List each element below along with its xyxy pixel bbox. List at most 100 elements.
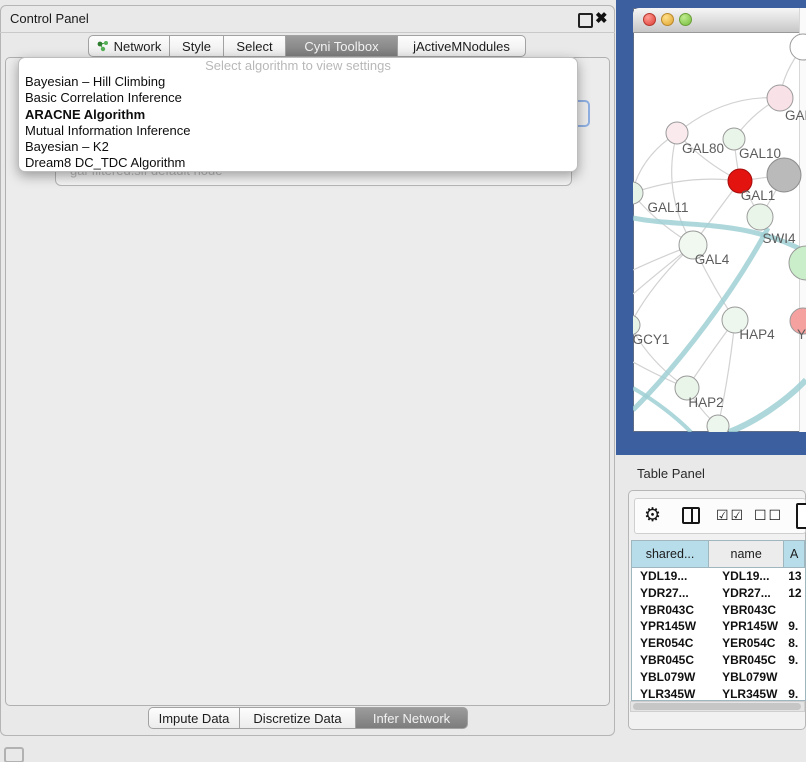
gear-icon[interactable]: ⚙ — [644, 504, 661, 526]
table-cell: 8. — [784, 635, 805, 652]
network-node-swi4[interactable] — [747, 204, 773, 230]
deselect-all-checkboxes-icon[interactable]: ☐☐ — [754, 508, 783, 524]
algorithm-option[interactable]: Bayesian – K2 — [19, 139, 577, 155]
minimize-traffic-light-icon[interactable] — [661, 13, 674, 26]
table-cell: YBR045C — [632, 652, 709, 669]
table-cell — [784, 602, 805, 619]
algorithm-option[interactable]: Dream8 DC_TDC Algorithm — [19, 155, 577, 171]
table-cell: YDL19... — [632, 568, 709, 585]
table-panel-title: Table Panel — [637, 466, 705, 481]
tab-label: Impute Data — [159, 711, 230, 726]
column-layout-icon[interactable] — [682, 507, 700, 524]
tab-label: Network — [114, 39, 162, 54]
network-node-label: GAL11 — [647, 200, 688, 215]
network-node-label: Y — [797, 327, 806, 342]
table-cell: YBL079W — [632, 669, 709, 686]
tab-label: jActiveMNodules — [413, 39, 510, 54]
scrollbar-thumb[interactable] — [633, 703, 801, 710]
tab-label: Style — [182, 39, 211, 54]
table-cell: 9. — [784, 652, 805, 669]
tab-cyni-toolbox[interactable]: Cyni Toolbox — [286, 35, 398, 57]
network-node[interactable] — [707, 415, 729, 432]
table-row[interactable]: YBR045CYBR045C9. — [632, 652, 805, 669]
algorithm-option[interactable]: Mutual Information Inference — [19, 123, 577, 139]
table-cell: YDL19... — [709, 568, 784, 585]
close-icon[interactable]: ✖ — [595, 9, 608, 27]
tab-style[interactable]: Style — [170, 35, 224, 57]
table-cell: 13 — [784, 568, 805, 585]
table-cell: YER054C — [709, 635, 784, 652]
table-cell: 9. — [784, 618, 805, 635]
table-cell: YDR27... — [632, 585, 709, 602]
collapsed-panel-icon[interactable] — [4, 747, 24, 762]
table-cell: YBR043C — [709, 602, 784, 619]
table-cell: 12 — [784, 585, 805, 602]
table-cell: YPR145W — [632, 618, 709, 635]
select-all-checkboxes-icon[interactable]: ☑☑ — [716, 508, 745, 524]
table-cell: YDR27... — [709, 585, 784, 602]
network-node-label: GCY1 — [633, 332, 669, 347]
table-row[interactable]: YBR043CYBR043C — [632, 602, 805, 619]
network-node-label: GAL10 — [739, 146, 781, 161]
network-node-label: GAL — [785, 108, 806, 123]
network-node[interactable] — [789, 246, 806, 280]
tab-label: Cyni Toolbox — [304, 39, 378, 54]
float-window-icon[interactable] — [578, 13, 593, 28]
tab-label: Select — [236, 39, 272, 54]
algorithm-option[interactable]: ARACNE Algorithm — [19, 107, 577, 123]
table-row[interactable]: YDR27...YDR27...12 — [632, 585, 805, 602]
table-row[interactable]: YER054CYER054C8. — [632, 635, 805, 652]
network-edge — [633, 179, 740, 193]
zoom-traffic-light-icon[interactable] — [679, 13, 692, 26]
tab-select[interactable]: Select — [224, 35, 286, 57]
table-row[interactable]: YLR345WYLR345W9. — [632, 686, 805, 701]
network-node-label: GAL1 — [741, 188, 776, 203]
table-cell — [784, 669, 805, 686]
network-icon — [97, 40, 109, 52]
table-row[interactable]: YDL19...YDL19...13 — [632, 568, 805, 585]
control-panel-title: Control Panel — [10, 11, 89, 26]
network-node-label: GAL80 — [682, 141, 724, 156]
algorithm-dropdown-prompt: Select algorithm to view settings — [19, 58, 577, 74]
control-panel-titlebar — [0, 5, 615, 33]
tab-label: Infer Network — [373, 711, 450, 726]
network-node-label: HAP2 — [688, 395, 723, 410]
tab-label: Discretize Data — [253, 711, 341, 726]
network-node[interactable] — [767, 158, 801, 192]
close-traffic-light-icon[interactable] — [643, 13, 656, 26]
network-window-titlebar[interactable] — [633, 8, 799, 33]
document-icon[interactable] — [796, 503, 806, 529]
tab-jactivemnodules[interactable]: jActiveMNodules — [398, 35, 526, 57]
column-header[interactable]: name — [709, 541, 784, 567]
tab-infer-network[interactable]: Infer Network — [356, 707, 468, 729]
algorithm-dropdown-list: Select algorithm to view settings Bayesi… — [18, 57, 578, 172]
tab-impute-data[interactable]: Impute Data — [148, 707, 240, 729]
table-row[interactable]: YBL079WYBL079W — [632, 669, 805, 686]
table-cell: YLR345W — [632, 686, 709, 701]
network-canvas[interactable]: GALGAL80GAL10GAL1GAL11SWI4GAL4GCY1HAP4YH… — [633, 32, 806, 432]
table-cell: YPR145W — [709, 618, 784, 635]
column-header[interactable]: shared... — [632, 541, 709, 567]
algorithm-option[interactable]: Basic Correlation Inference — [19, 90, 577, 106]
network-edge — [677, 98, 780, 133]
tab-network[interactable]: Network — [88, 35, 170, 57]
network-edge-highlighted — [729, 380, 806, 432]
table-cell: YER054C — [632, 635, 709, 652]
network-edge — [718, 320, 735, 426]
algorithm-option[interactable]: Bayesian – Hill Climbing — [19, 74, 577, 90]
table-cell: YBR045C — [709, 652, 784, 669]
network-node-label: GAL4 — [695, 252, 730, 267]
table-cell: YBL079W — [709, 669, 784, 686]
screen: Control Panel ✖ Network Style Select Cyni T… — [0, 0, 806, 762]
table-cell: YBR043C — [632, 602, 709, 619]
tab-discretize-data[interactable]: Discretize Data — [240, 707, 356, 729]
table-row[interactable]: YPR145WYPR145W9. — [632, 618, 805, 635]
table-header-row: shared...nameA — [632, 541, 805, 568]
network-node-label: HAP4 — [739, 327, 775, 342]
table-cell: 9. — [784, 686, 805, 701]
table-cell: YLR345W — [709, 686, 784, 701]
table-horizontal-scrollbar[interactable] — [630, 701, 805, 712]
column-header[interactable]: A — [784, 541, 805, 567]
network-node-gal11[interactable] — [633, 182, 643, 204]
network-node[interactable] — [790, 34, 806, 60]
